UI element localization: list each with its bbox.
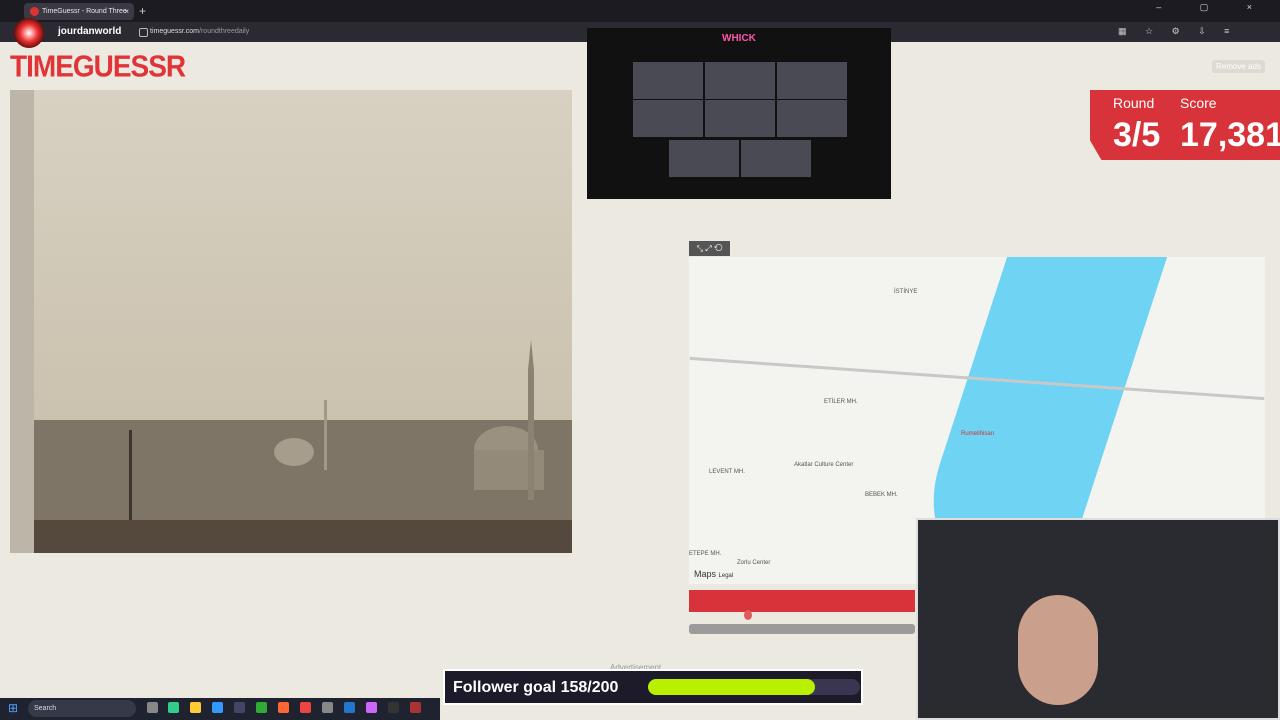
map-label-istinye: İSTİNYE <box>894 289 918 295</box>
streamer-webcam <box>916 518 1280 720</box>
url-path: /roundthreedaily <box>199 28 250 35</box>
maps-brand-text: Maps <box>694 569 717 579</box>
webcam-tile <box>633 62 703 99</box>
streamer-face <box>1018 595 1098 705</box>
webcam-tile <box>633 100 703 137</box>
streamer-avatar <box>14 18 44 48</box>
webcam-tile <box>705 62 775 99</box>
remove-ads-button[interactable]: Remove ads <box>1212 60 1265 73</box>
follower-goal-text: Follower goal 158/200 <box>453 679 619 696</box>
steam-icon[interactable] <box>234 702 245 713</box>
app-icon[interactable] <box>366 702 377 713</box>
browser-tab[interactable]: TimeGuessr - Round Three × <box>24 3 134 20</box>
webcam-brand: WHICK <box>722 33 756 44</box>
window-controls[interactable]: – ▢ × <box>1156 2 1270 13</box>
timeguessr-logo[interactable]: TIMEGUESSR <box>10 49 186 84</box>
edge-icon[interactable] <box>212 702 223 713</box>
map-label-akatlar: Akatlar Culture Center <box>794 462 854 468</box>
score-value: 17,381 <box>1180 116 1280 154</box>
windows-start-icon[interactable]: ⊞ <box>8 702 21 715</box>
apple-maps-brand: Maps Legal <box>694 569 733 579</box>
url-host: timeguessr.com <box>150 28 200 35</box>
app-icon[interactable] <box>168 702 179 713</box>
xbox-icon[interactable] <box>256 702 267 713</box>
tab-title: TimeGuessr - Round Three <box>42 8 127 15</box>
webcam-tile <box>705 100 775 137</box>
webcam-tile <box>777 100 847 137</box>
webcam-tile <box>777 62 847 99</box>
url-field[interactable]: timeguessr.com/roundthreedaily <box>150 26 249 38</box>
year-slider-handle[interactable] <box>744 610 752 620</box>
photo-border-strip <box>10 90 34 553</box>
map-label-rumeli: Rumelihisarı <box>961 431 995 437</box>
browser-tab-bar <box>0 0 1280 22</box>
map-label-bebek: BEBEK MH. <box>865 492 898 498</box>
terminal-icon[interactable] <box>388 702 399 713</box>
timeguessr-favicon-icon <box>30 7 39 16</box>
mail-icon[interactable] <box>344 702 355 713</box>
toolbar-icons[interactable]: ▦ ☆ ⚙ ⇩ ≡ <box>1118 26 1237 37</box>
app-icon[interactable] <box>322 702 333 713</box>
firefox-icon[interactable] <box>278 702 289 713</box>
webcam-grid-overlay: WHICK <box>587 28 891 199</box>
taskbar-search-text: Search <box>34 705 57 712</box>
channel-name: jourdanworld <box>58 26 122 37</box>
round-label: Round <box>1113 95 1155 111</box>
guess-button[interactable] <box>689 590 915 612</box>
follower-goal-fill <box>648 679 816 695</box>
follower-goal-track <box>648 679 860 695</box>
taskbar-search[interactable]: Search <box>28 700 136 717</box>
new-tab-button[interactable]: + <box>139 3 146 20</box>
historic-photo[interactable] <box>10 90 572 553</box>
map-label-levent: LEVENT MH. <box>709 469 745 475</box>
mosque-silhouette <box>34 340 572 553</box>
explorer-icon[interactable] <box>190 702 201 713</box>
webcam-tile <box>741 140 811 177</box>
map-label-tepe: ETEPE MH. <box>689 551 722 557</box>
map-tools[interactable]: ⤡ ⤢ ⟲ <box>689 241 730 256</box>
brave-icon[interactable] <box>300 702 311 713</box>
tab-close-icon[interactable]: × <box>124 3 129 20</box>
maps-legal-link[interactable]: Legal <box>719 573 734 579</box>
webcam-tile <box>669 140 739 177</box>
task-view-icon[interactable] <box>147 702 158 713</box>
round-value: 3/5 <box>1113 116 1161 154</box>
score-label: Score <box>1180 95 1217 111</box>
map-label-zorlu: Zorlu Center <box>737 560 771 566</box>
round-score-panel: Round Score 3/5 17,381 <box>1090 90 1280 160</box>
lock-icon <box>139 28 148 37</box>
year-slider-track[interactable] <box>689 624 915 634</box>
obs-icon[interactable] <box>410 702 421 713</box>
follower-goal-widget: Follower goal 158/200 <box>443 669 863 705</box>
map-label-etiler: ETİLER MH. <box>824 399 858 405</box>
